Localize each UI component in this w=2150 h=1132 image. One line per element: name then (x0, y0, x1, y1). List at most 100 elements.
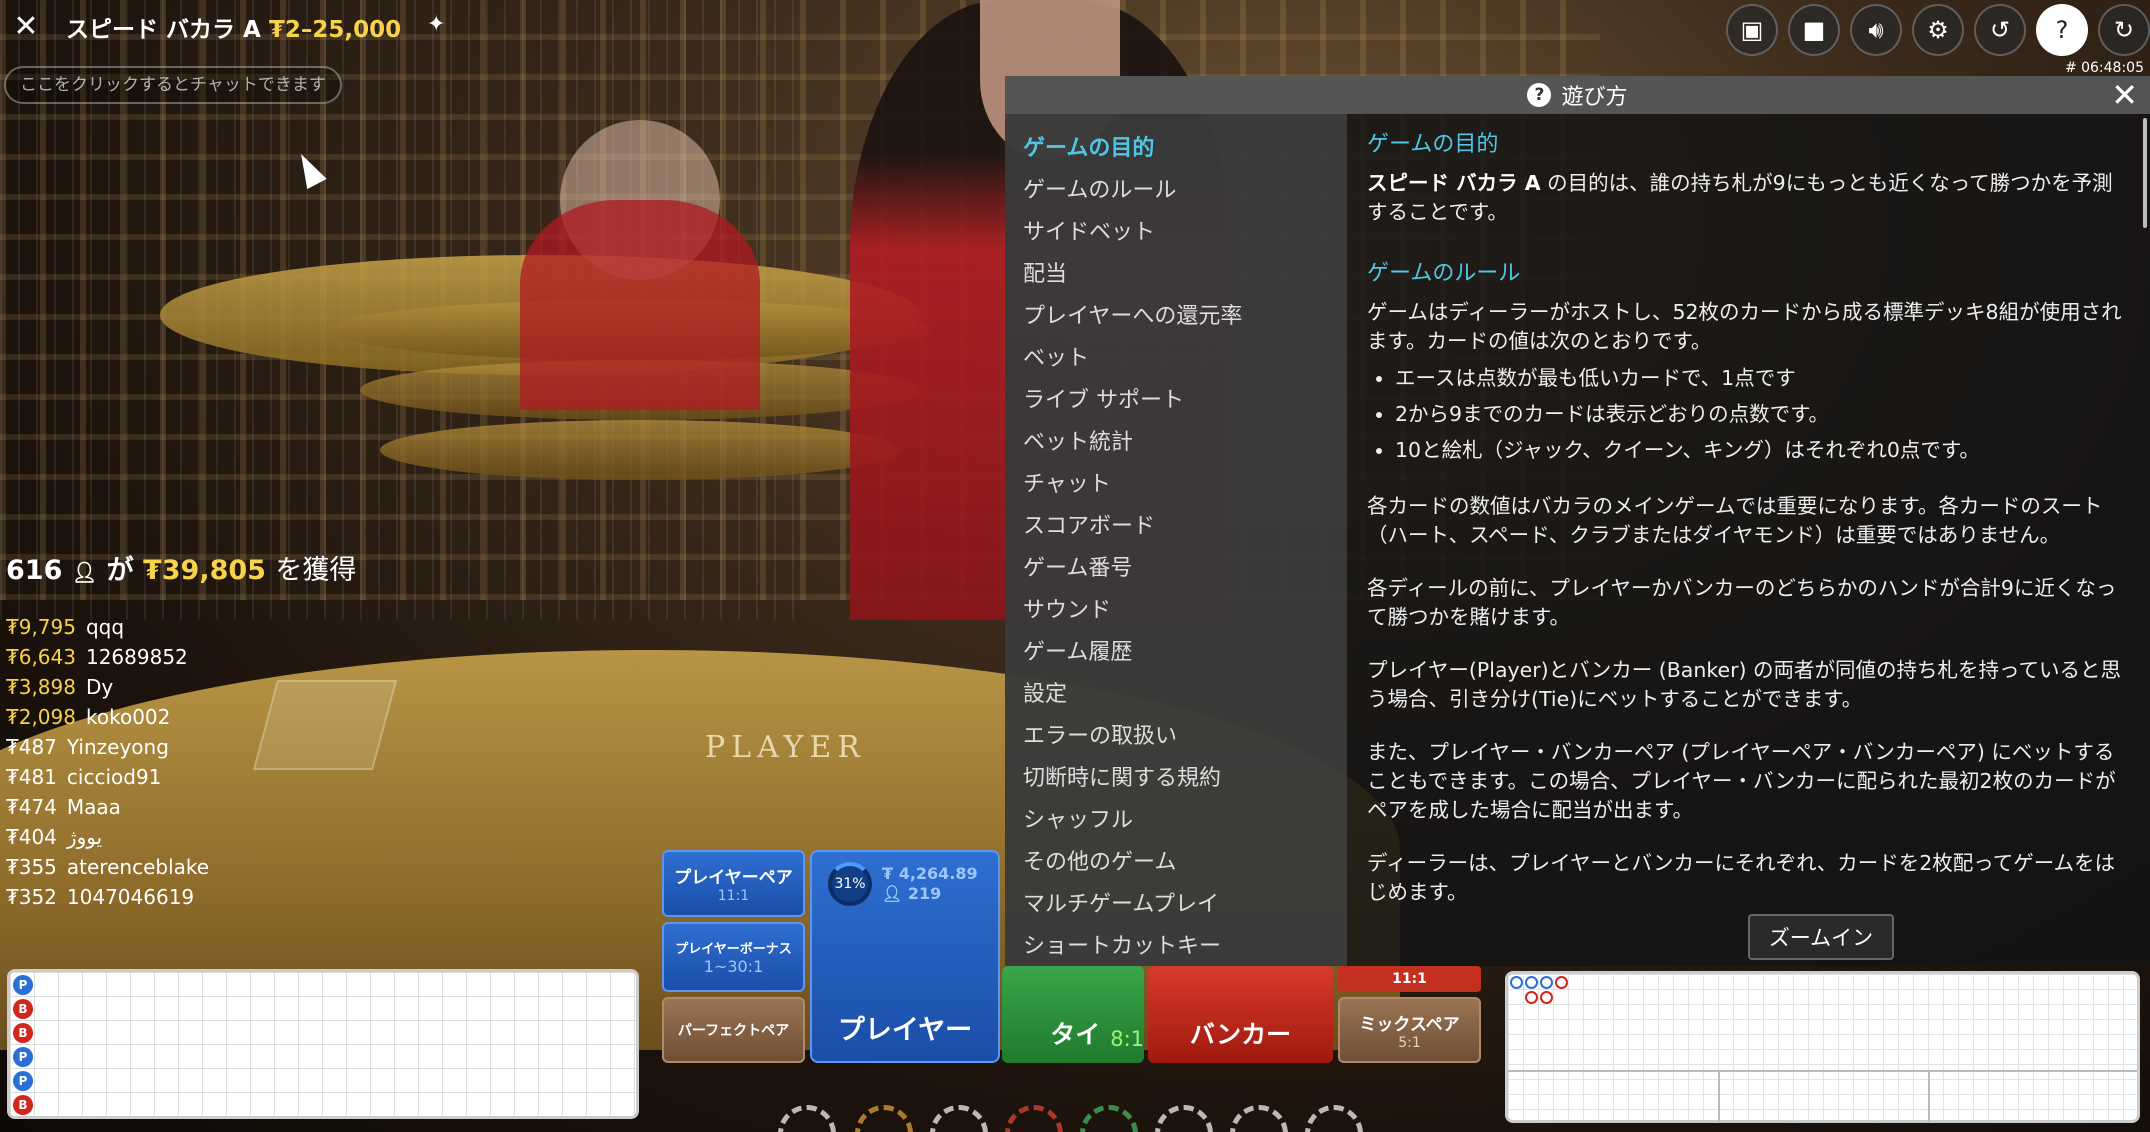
player-total-bet: ₮ 4,264.89 (882, 864, 978, 883)
winners-verb: が (106, 555, 134, 586)
bet-banker[interactable]: バンカー (1148, 966, 1333, 1063)
help-nav-item[interactable]: サウンド (1005, 590, 1347, 632)
bet-odds: 11:1 (717, 888, 750, 904)
help-nav-item[interactable]: ベット (1005, 338, 1347, 380)
road-ring (1540, 976, 1553, 989)
toolbar: ▣ ■ 🔊︎ ⚙ ↺ ? ↻ (1726, 4, 2150, 56)
winner-amount: ₮352 (6, 885, 57, 909)
help-nav-item[interactable]: 配当 (1005, 254, 1347, 296)
bet-odds: 5:1 (1398, 1034, 1421, 1051)
game-title: スピード バカラ A ₮2–25,000 (66, 10, 401, 44)
history-icon[interactable]: ↺ (1974, 4, 2026, 56)
help-nav-item[interactable]: チャット (1005, 464, 1347, 506)
road-divider (1508, 1070, 2137, 1072)
help-nav-item[interactable]: ショートカットキー (1005, 926, 1347, 968)
bet-tie[interactable]: タイ 8:1 (1002, 966, 1144, 1063)
zoom-in-button[interactable]: ズームイン (1748, 914, 1894, 960)
road-ring (1525, 991, 1538, 1004)
help-nav-item[interactable]: ゲームの目的 (1005, 128, 1347, 170)
help-nav-item[interactable]: サイドベット (1005, 212, 1347, 254)
bead-banker: B (13, 1095, 33, 1115)
winner-name: Maaa (66, 795, 121, 819)
road-ring (1540, 991, 1553, 1004)
question-icon: ? (1527, 83, 1552, 107)
help-nav-item[interactable]: シャッフル (1005, 800, 1347, 842)
pin-icon[interactable]: ✦ (427, 12, 445, 37)
bet-label: プレイヤーボーナス (675, 942, 792, 957)
winners-summary: 616 👤︎ が ₮39,805 を獲得 (6, 548, 356, 587)
player-stats: ₮ 4,264.89 👤︎ 219 (882, 864, 978, 904)
big-road[interactable] (1505, 971, 2140, 1123)
winner-row: ₮3,898 Dy (6, 675, 306, 705)
objective-text: スピード バカラ A の目的は、誰の持ち札が9にもっとも近くなって勝つかを予測す… (1367, 169, 2124, 227)
rule-item: 2から9までのカードは表示どおりの点数です。 (1395, 396, 2124, 432)
help-scrollbar[interactable] (2143, 118, 2147, 228)
help-nav-item[interactable]: ベット統計 (1005, 422, 1347, 464)
help-nav-item[interactable]: 設定 (1005, 674, 1347, 716)
winner-row: ₮6,643 12689852 (6, 645, 306, 675)
winners-count: 616 (6, 555, 63, 586)
winner-row: ₮481 cicciod91 (6, 765, 306, 795)
bet-label: プレイヤーペア (674, 868, 793, 888)
winner-amount: ₮481 (6, 765, 57, 789)
help-panel: ? 遊び方 ✕ ゲームの目的 ゲームのルール サイドベット 配当 プレイヤーへの還元率ベ… (1005, 76, 2150, 966)
bet-label: ミックスペア (1359, 1014, 1460, 1035)
help-nav-item[interactable]: エラーの取扱い (1005, 716, 1347, 758)
winner-amount: ₮487 (6, 735, 57, 759)
bet-banker-pair-odds[interactable]: 11:1 (1338, 966, 1481, 992)
help-nav-item[interactable]: その他のゲーム (1005, 842, 1347, 884)
video-icon[interactable]: ■ (1788, 4, 1840, 56)
tier-shelf (380, 420, 900, 480)
road-ring (1525, 976, 1538, 989)
winners-amount: ₮39,805 (142, 555, 266, 586)
section-heading: ゲームのルール (1367, 261, 1521, 286)
bet-limits: ₮2–25,000 (268, 17, 402, 43)
help-paragraph: また、プレイヤー・バンカーペア (プレイヤーペア・バンカーペア) にベットするこ… (1367, 740, 2116, 822)
winners-suffix: を獲得 (275, 555, 357, 586)
rule-item: 10と絵札（ジャック、クイーン、キング）はそれぞれ0点です。 (1395, 432, 2124, 468)
winner-row: ₮404 یووژ (6, 825, 306, 855)
help-nav-item[interactable]: ゲームのルール (1005, 170, 1347, 212)
bet-mix-pair[interactable]: ミックスペア 5:1 (1338, 997, 1481, 1063)
bet-label: パーフェクトペア (677, 1023, 790, 1039)
table-player-label: PLAYER (705, 730, 866, 765)
help-nav-item[interactable]: 切断時に関する規約 (1005, 758, 1347, 800)
help-nav-item[interactable]: ライブ サポート (1005, 380, 1347, 422)
bet-label: バンカー (1189, 1020, 1292, 1049)
bet-odds: 8:1 (1110, 1027, 1144, 1051)
player-count-row: 👤︎ 219 (882, 884, 978, 904)
help-title: 遊び方 (1561, 85, 1628, 110)
help-close-icon[interactable]: ✕ (2111, 78, 2138, 112)
settings-icon[interactable]: ⚙ (1912, 4, 1964, 56)
background-dealer-body (520, 200, 760, 410)
winner-row: ₮352 1047046619 (6, 885, 306, 915)
help-icon[interactable]: ? (2036, 4, 2088, 56)
help-header: ? 遊び方 (1005, 76, 2150, 114)
close-game-icon[interactable]: ✕ (6, 6, 46, 46)
bead-banker: B (13, 1023, 33, 1043)
winner-row: ₮9,795 qqq (6, 615, 306, 645)
player-count: 219 (907, 884, 942, 903)
winner-name: Dy (85, 675, 114, 699)
help-nav-item[interactable]: プレイヤーへの還元率 (1005, 296, 1347, 338)
road-ring (1555, 976, 1568, 989)
bet-player-bonus[interactable]: プレイヤーボーナス 1~30:1 (662, 922, 805, 992)
winner-name: Yinzeyong (66, 735, 169, 759)
bead-player: P (13, 975, 33, 995)
volume-icon[interactable]: 🔊︎ (1850, 4, 1902, 56)
bead-road[interactable]: PBBPPB (7, 969, 639, 1119)
bet-player-pair[interactable]: プレイヤーペア 11:1 (662, 850, 805, 917)
help-nav-item[interactable]: ゲーム履歴 (1005, 632, 1347, 674)
reconnect-icon[interactable]: ↻ (2098, 4, 2150, 56)
winner-amount: ₮3,898 (6, 675, 76, 699)
rule-item: エースは点数が最も低いカードで、1点です (1395, 360, 2124, 396)
rules-intro: ゲームはディーラーがホストし、52枚のカードから成る標準デッキ8組が使用されます… (1367, 300, 2122, 353)
help-nav-item[interactable]: マルチゲームプレイ (1005, 884, 1347, 926)
chat-icon[interactable]: ▣ (1726, 4, 1778, 56)
help-nav-item[interactable]: スコアボード (1005, 506, 1347, 548)
help-nav-item[interactable]: ゲーム番号 (1005, 548, 1347, 590)
user-icon: 👤︎ (882, 884, 903, 903)
bet-perfect-pair[interactable]: パーフェクトペア (662, 997, 805, 1063)
chat-input[interactable] (4, 66, 342, 104)
winner-row: ₮487 Yinzeyong (6, 735, 306, 765)
